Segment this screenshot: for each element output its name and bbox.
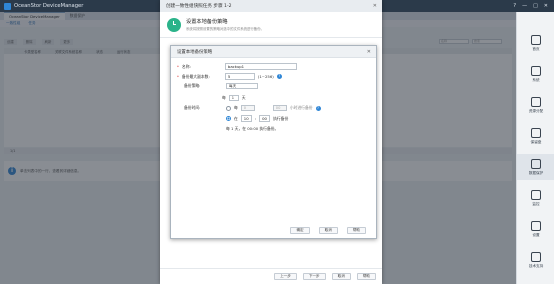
at-hour-field[interactable]: 10 <box>240 115 252 122</box>
policy-select[interactable]: 每天 <box>226 83 258 89</box>
clock-icon <box>167 17 181 32</box>
required-mark: * <box>177 64 179 69</box>
at-suffix: 执行备份 <box>273 115 289 121</box>
sidebar-item-label: 系统 <box>532 77 540 82</box>
max-copies-row: * 备份最大副本数: 5 (1~256) ? <box>177 73 282 80</box>
sidebar-item-label: 技术支持 <box>528 263 544 268</box>
backup-policy-dialog: 设置本地备份策略 ✕ * 名称: backup1 * 备份最大副本数: 5 (1… <box>170 45 377 239</box>
allocation-icon <box>531 96 541 107</box>
close-icon[interactable]: ✕ <box>367 49 371 55</box>
dialog-titlebar: 设置本地备份策略 ✕ <box>171 46 376 58</box>
shield-icon <box>531 158 541 169</box>
every-label: 每 <box>234 105 238 110</box>
every-day-row: 每 1 天 <box>222 95 246 101</box>
policy-row: 备份策略: 每天 <box>184 83 258 89</box>
sidebar-item-label: 数据保护 <box>528 170 544 175</box>
at-time-radio[interactable] <box>226 116 231 121</box>
minimize-icon[interactable]: — <box>522 3 527 9</box>
at-label: 在 <box>234 115 238 121</box>
cancel-button[interactable]: 取消 <box>331 273 351 280</box>
monitor-icon <box>531 189 541 200</box>
wizard-titlebar: 创建一致性组快照任务 步骤 1-2 ✕ <box>160 0 382 12</box>
sidebar-item-home[interactable]: 首页 <box>517 30 554 56</box>
settings-icon <box>531 220 541 231</box>
max-copies-range: (1~256) <box>257 74 274 79</box>
sidebar-item-support[interactable]: 技术支持 <box>517 247 554 273</box>
max-copies-stepper[interactable]: 5 <box>224 73 255 80</box>
help-button[interactable]: 帮助 <box>356 273 376 280</box>
app-title: OceanStor DeviceManager <box>14 3 84 9</box>
schedule-summary: 每 1 天，在 00:00 执行备份。 <box>226 126 279 131</box>
required-mark: * <box>177 74 179 79</box>
sidebar-item-data-protection[interactable]: 数据保护 <box>517 154 554 180</box>
ok-button[interactable]: 确定 <box>290 226 310 234</box>
support-icon <box>531 251 541 262</box>
help-icon[interactable]: ? <box>315 105 321 111</box>
sidebar-item-allocation[interactable]: 资源分配 <box>517 92 554 118</box>
right-sidebar: 首页 系统 资源分配 保留盘 数据保护 监控 设置 技术支持 <box>516 12 554 284</box>
window-controls: ? — □ ✕ <box>513 3 548 9</box>
interval-radio[interactable] <box>226 105 231 111</box>
sidebar-item-label: 设置 <box>532 232 540 237</box>
at-minute-field[interactable]: 00 <box>259 115 271 122</box>
dialog-footer: 确定 取消 帮助 <box>171 222 378 238</box>
interval-hour-select[interactable]: 0 <box>240 105 255 111</box>
interval-minute-select[interactable]: 00 <box>272 105 287 111</box>
interval-suffix: 小时进行备份 <box>289 105 313 110</box>
help-icon[interactable]: ? <box>276 74 282 79</box>
close-icon[interactable]: ✕ <box>544 3 548 9</box>
system-icon <box>531 65 541 76</box>
sidebar-item-label: 首页 <box>532 46 540 51</box>
every-label: 每 <box>222 95 226 100</box>
sidebar-item-disk[interactable]: 保留盘 <box>517 123 554 149</box>
sidebar-item-settings[interactable]: 设置 <box>517 216 554 242</box>
sidebar-item-system[interactable]: 系统 <box>517 61 554 87</box>
name-row: * 名称: backup1 <box>177 63 297 70</box>
sidebar-item-label: 保留盘 <box>530 139 542 144</box>
home-icon <box>531 34 541 45</box>
wizard-footer: 上一步 下一步 取消 帮助 <box>160 268 382 284</box>
wizard-header: 设置本地备份策略 系统将按照设置的策略对选中的文件系统进行备份。 <box>160 12 382 38</box>
disk-icon <box>531 127 541 138</box>
help-icon[interactable]: ? <box>513 3 516 9</box>
wizard-heading: 设置本地备份策略 <box>186 19 228 25</box>
sidebar-item-label: 监控 <box>532 201 540 206</box>
app-logo-icon <box>4 2 11 10</box>
cancel-button[interactable]: 取消 <box>318 226 338 234</box>
backup-time-label: 备份时间: <box>184 105 201 110</box>
wizard-title: 创建一致性组快照任务 步骤 1-2 <box>166 4 232 9</box>
prev-button[interactable]: 上一步 <box>274 273 297 280</box>
help-button[interactable]: 帮助 <box>346 226 366 234</box>
policy-label: 备份策略: <box>184 83 201 88</box>
sidebar-item-monitor[interactable]: 监控 <box>517 185 554 211</box>
every-day-select[interactable]: 1 <box>228 95 239 101</box>
maximize-icon[interactable]: □ <box>533 3 538 9</box>
max-copies-label: 备份最大副本数: <box>181 73 210 79</box>
day-unit: 天 <box>241 95 246 100</box>
dialog-title: 设置本地备份策略 <box>177 49 213 55</box>
name-label: 名称: <box>181 63 191 69</box>
wizard-subheading: 系统将按照设置的策略对选中的文件系统进行备份。 <box>186 27 264 31</box>
sidebar-item-label: 资源分配 <box>528 108 544 113</box>
backup-time-row: 备份时间: 每 0 00 小时进行备份 ? <box>184 105 321 111</box>
at-time-row: 在 10 : 00 执行备份 <box>226 115 288 122</box>
close-icon[interactable]: ✕ <box>373 3 377 9</box>
name-field[interactable]: backup1 <box>224 63 297 70</box>
next-button[interactable]: 下一步 <box>302 273 326 280</box>
